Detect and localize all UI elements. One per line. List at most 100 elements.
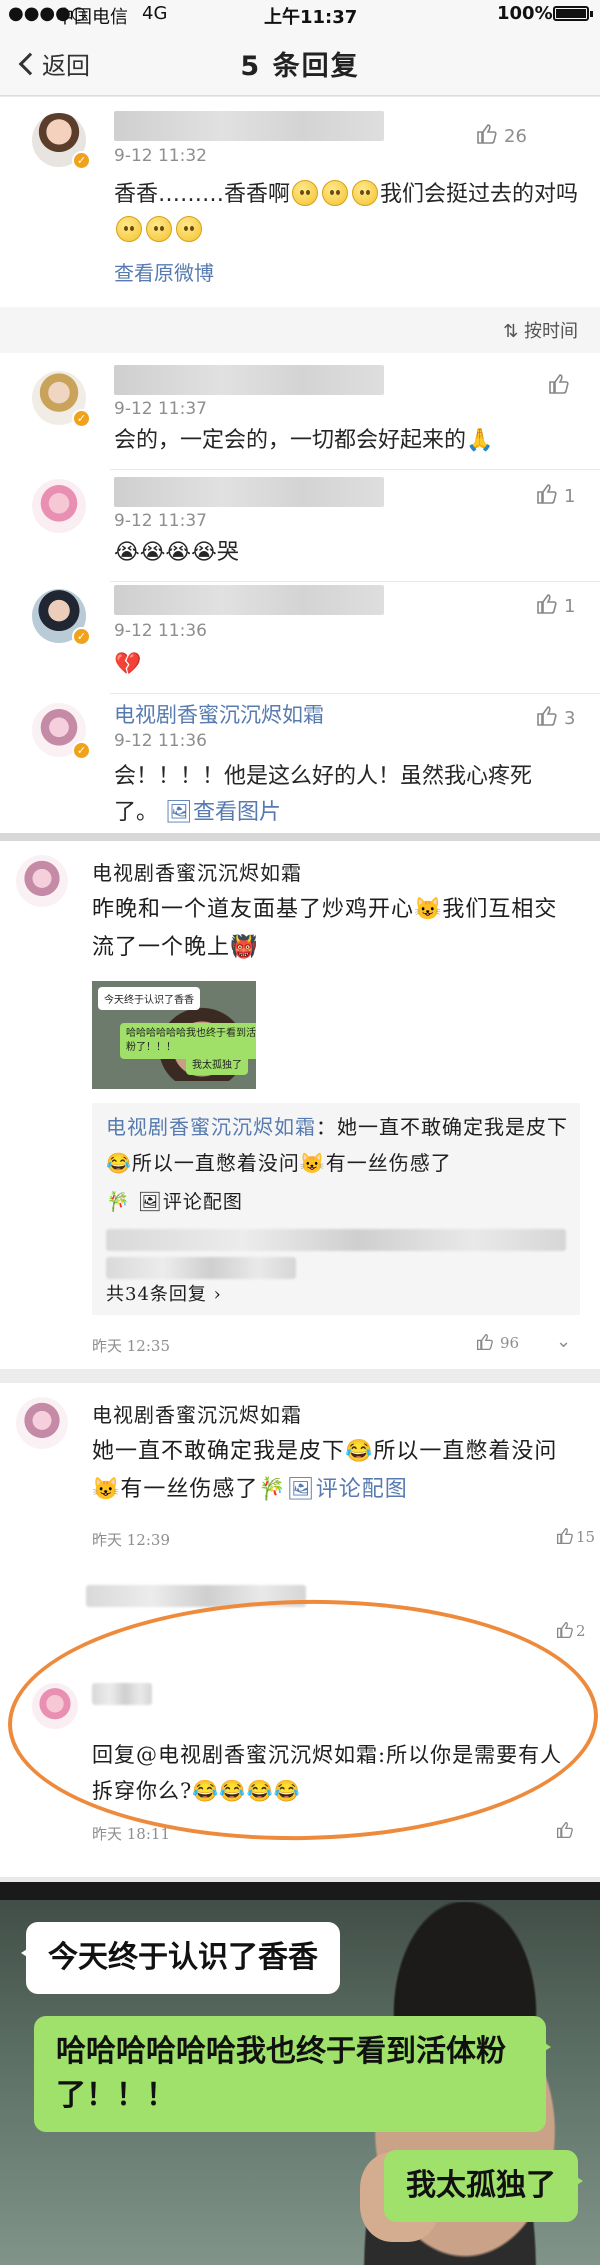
- like-count: 96: [500, 1334, 520, 1352]
- like-count: 15: [576, 1528, 596, 1546]
- post-username[interactable]: 电视剧香蜜沉沉烬如霜: [92, 1399, 302, 1428]
- blurred-reply: [106, 1229, 566, 1251]
- bamboo-icon: 🎋: [106, 1191, 138, 1213]
- like-count: 1: [564, 596, 576, 617]
- blurred-username: [114, 585, 384, 615]
- like-button[interactable]: 15: [556, 1527, 595, 1546]
- nav-bar: 返回 5 条回复: [0, 26, 600, 96]
- root-comment: ✓ 9-12 11:32 26 香香………香香啊 我们会挺过去的对吗 查看原微博: [0, 97, 600, 307]
- chat-bubble-left: 今天终于认识了香香: [21, 1922, 340, 1994]
- reply-text: 😭😭😭😭哭: [114, 540, 239, 565]
- comment-image-link[interactable]: 🖼评论配图: [287, 1477, 408, 1502]
- post-time: 昨天 12:39: [92, 1531, 170, 1549]
- quoted-username[interactable]: 电视剧香蜜沉沉烬如霜: [106, 1115, 316, 1139]
- like-button[interactable]: 1: [536, 593, 575, 617]
- like-button[interactable]: 3: [536, 705, 575, 729]
- more-icon[interactable]: ⌄: [556, 1331, 571, 1352]
- post-text: 她一直不敢确定我是皮下😂所以一直憋着没问😺有一丝伤感了🎋🖼评论配图: [92, 1433, 582, 1509]
- avatar[interactable]: [16, 855, 68, 907]
- comment-image-label: 评论配图: [162, 1191, 243, 1213]
- thumbs-up-icon: [556, 1527, 573, 1545]
- thumbs-up-icon: [556, 1621, 573, 1639]
- confused-emoji-icon: [176, 216, 202, 242]
- reply-username[interactable]: 电视剧香蜜沉沉烬如霜: [114, 697, 324, 733]
- reply-text: 💔: [114, 652, 142, 677]
- battery-icon: [553, 6, 593, 21]
- comment-image-link[interactable]: 🎋 🖼评论配图: [106, 1183, 243, 1221]
- like-button[interactable]: 2: [556, 1621, 586, 1640]
- comment-text-end: 我们会挺过去的对吗: [380, 182, 579, 207]
- sort-row: ⇅ 按时间: [0, 307, 600, 353]
- comment-text-start: 香香………香香啊: [114, 182, 291, 207]
- verified-badge-icon: ✓: [72, 409, 91, 428]
- image-icon: 🖼: [165, 800, 193, 825]
- reply-text: 会！！！！他是这么好的人！虽然我心疼死了。 🖼查看图片: [114, 759, 554, 831]
- thumbs-up-icon: [537, 484, 557, 504]
- image-icon: 🖼: [137, 1191, 163, 1213]
- timestamp: 9-12 11:32: [114, 146, 207, 166]
- like-count: 3: [564, 708, 576, 729]
- post-time: 昨天 12:35: [92, 1337, 170, 1355]
- blurred-username: [114, 477, 384, 507]
- thumbs-up-icon: [537, 594, 557, 614]
- thumbs-up-icon: [549, 374, 569, 394]
- page-title: 5 条回复: [240, 51, 360, 82]
- comment-text: 香香………香香啊 我们会挺过去的对吗: [114, 177, 584, 249]
- verified-badge-icon: ✓: [72, 741, 91, 760]
- sort-label: 按时间: [524, 321, 578, 342]
- like-button[interactable]: 96: [476, 1333, 519, 1352]
- reply-list: ✓ 9-12 11:37 会的，一定会的，一切都会好起来的🙏 9-12 11:3…: [0, 353, 600, 833]
- reply-text: 会的，一定会的，一切都会好起来的🙏: [114, 428, 494, 453]
- blurred-username: [114, 365, 384, 395]
- view-all-replies-link[interactable]: 共34条回复 ›: [106, 1281, 222, 1309]
- confused-emoji-icon: [292, 180, 319, 206]
- post-text: 昨晚和一个道友面基了炒鸡开心😺我们互相交流了一个晚上👹: [92, 897, 558, 960]
- like-count: 2: [576, 1622, 586, 1640]
- blurred-username: [114, 111, 384, 141]
- post-card: 电视剧香蜜沉沉烬如霜 昨晚和一个道友面基了炒鸡开心😺我们互相交流了一个晚上👹 今…: [0, 841, 600, 1369]
- confused-emoji-icon: [352, 180, 379, 206]
- sort-icon: ⇅: [503, 321, 524, 342]
- post-username[interactable]: 电视剧香蜜沉沉烬如霜: [92, 857, 302, 886]
- thumbs-up-icon: [476, 1333, 493, 1351]
- chat-bubble-right: 哈哈哈哈哈哈我也终于看到活体粉了！！！: [34, 2016, 551, 2132]
- verified-badge-icon: ✓: [72, 627, 91, 646]
- thumbs-up-icon: [537, 706, 557, 726]
- chat-bubble-right: 我太孤独了: [384, 2150, 583, 2222]
- reply-preview-box[interactable]: 电视剧香蜜沉沉烬如霜：她一直不敢确定我是皮下😂所以一直憋着没问😺有一丝伤感了 🎋…: [92, 1103, 580, 1315]
- thumb-bubble: 今天终于认识了香香: [98, 987, 200, 1010]
- like-button[interactable]: 1: [536, 483, 575, 507]
- timestamp: 9-12 11:36: [114, 731, 207, 751]
- avatar[interactable]: [32, 479, 86, 533]
- timestamp: 9-12 11:36: [114, 621, 207, 641]
- sort-button[interactable]: ⇅ 按时间: [503, 317, 578, 343]
- like-button[interactable]: 26: [476, 123, 527, 147]
- timestamp: 9-12 11:37: [114, 399, 207, 419]
- chevron-right-icon: ›: [206, 1284, 222, 1305]
- post-image-thumbnail[interactable]: 今天终于认识了香香 哈哈哈哈哈哈我也终于看到活体粉了！！！ 我太孤独了: [92, 981, 256, 1089]
- view-image-label: 查看图片: [192, 800, 281, 825]
- timestamp: 9-12 11:37: [114, 511, 207, 531]
- confused-emoji-icon: [322, 180, 349, 206]
- verified-badge-icon: ✓: [72, 151, 91, 170]
- battery-percent: 100%: [497, 3, 553, 24]
- confused-emoji-icon: [146, 216, 172, 242]
- image-icon: 🖼: [286, 1477, 316, 1502]
- quoted-reply: 电视剧香蜜沉沉烬如霜：她一直不敢确定我是皮下😂所以一直憋着没问😺有一丝伤感了: [106, 1115, 568, 1175]
- view-original-link[interactable]: 查看原微博: [114, 255, 214, 291]
- confused-emoji-icon: [116, 216, 142, 242]
- view-image-link[interactable]: 🖼查看图片: [165, 800, 281, 825]
- status-bar: ●●●●○ 中国电信 4G 上午11:37 100%: [0, 0, 600, 28]
- meme-image: 今天终于认识了香香 哈哈哈哈哈哈我也终于看到活体粉了！！！ 我太孤独了: [0, 1882, 600, 2265]
- thumb-bubble: 我太孤独了: [186, 1052, 248, 1075]
- comment-image-label: 评论配图: [315, 1477, 408, 1502]
- avatar[interactable]: [16, 1397, 68, 1449]
- thumbs-up-icon: [556, 1821, 573, 1839]
- reply-count: 共34条回复: [106, 1284, 207, 1305]
- like-button[interactable]: [556, 1821, 574, 1840]
- thumbs-up-icon: [477, 124, 497, 144]
- blurred-reply: [106, 1257, 296, 1279]
- like-button[interactable]: [548, 373, 576, 397]
- like-count: 1: [564, 486, 576, 507]
- network-type: 4G: [142, 3, 168, 24]
